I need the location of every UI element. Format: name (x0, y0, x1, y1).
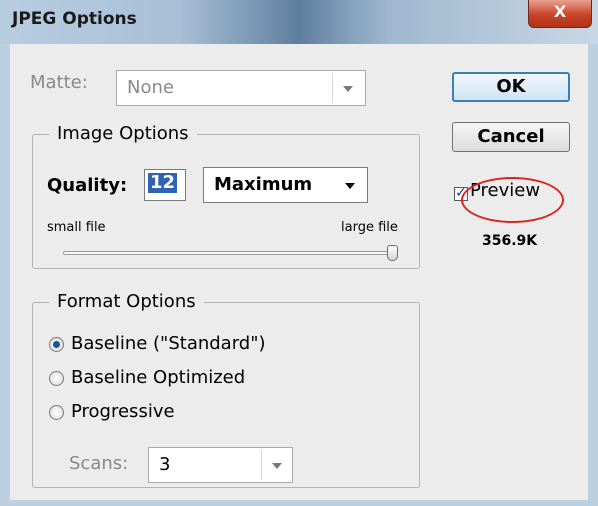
image-options-group: Image Options Quality: 12 Maximum small … (32, 123, 420, 269)
slider-min-label: small file (47, 220, 106, 235)
quality-slider-track[interactable] (63, 251, 398, 255)
matte-label: Matte: (30, 72, 88, 93)
window-frame-left (0, 44, 10, 506)
matte-value: None (127, 77, 174, 98)
matte-select[interactable]: None (116, 70, 366, 106)
quality-value: 12 (148, 172, 178, 193)
cancel-button[interactable]: Cancel (452, 122, 570, 152)
quality-preset-value: Maximum (214, 174, 313, 195)
window-frame-right (588, 44, 598, 506)
combo-separator (332, 73, 333, 103)
scans-value: 3 (159, 454, 171, 475)
quality-preset-select[interactable]: Maximum (203, 167, 368, 203)
jpeg-options-dialog: JPEG Options X Matte: None Image Options… (0, 0, 598, 506)
window-title: JPEG Options (12, 9, 137, 29)
slider-max-label: large file (341, 220, 398, 235)
image-options-title: Image Options (49, 123, 197, 144)
scans-select[interactable]: 3 (148, 447, 293, 483)
title-bar[interactable]: JPEG Options X (0, 0, 598, 44)
file-size-readout: 356.9K (482, 233, 538, 249)
quality-label: Quality: (47, 175, 128, 196)
chevron-down-icon (345, 183, 355, 189)
format-radio-label[interactable]: Baseline ("Standard") (71, 333, 266, 354)
highlight-annotation (461, 177, 564, 223)
quality-slider-thumb[interactable] (387, 245, 398, 261)
format-radio[interactable] (49, 371, 64, 386)
format-options-group: Format Options Baseline ("Standard") Base… (32, 291, 420, 488)
format-options-title: Format Options (49, 291, 204, 312)
format-radio[interactable] (49, 405, 64, 420)
window-frame-bottom (0, 500, 598, 506)
scans-label: Scans: (69, 453, 129, 474)
chevron-down-icon (343, 86, 353, 92)
close-icon: X (553, 2, 567, 21)
close-button[interactable]: X (528, 0, 592, 28)
format-radio[interactable] (49, 337, 64, 352)
quality-input[interactable]: 12 (144, 169, 186, 201)
format-radio-label[interactable]: Baseline Optimized (71, 367, 245, 388)
ok-button[interactable]: OK (452, 72, 570, 102)
chevron-down-icon (272, 463, 282, 469)
combo-separator (261, 450, 262, 480)
format-radio-label[interactable]: Progressive (71, 401, 175, 422)
dialog-body: Matte: None Image Options Quality: 12 Ma… (10, 44, 588, 500)
